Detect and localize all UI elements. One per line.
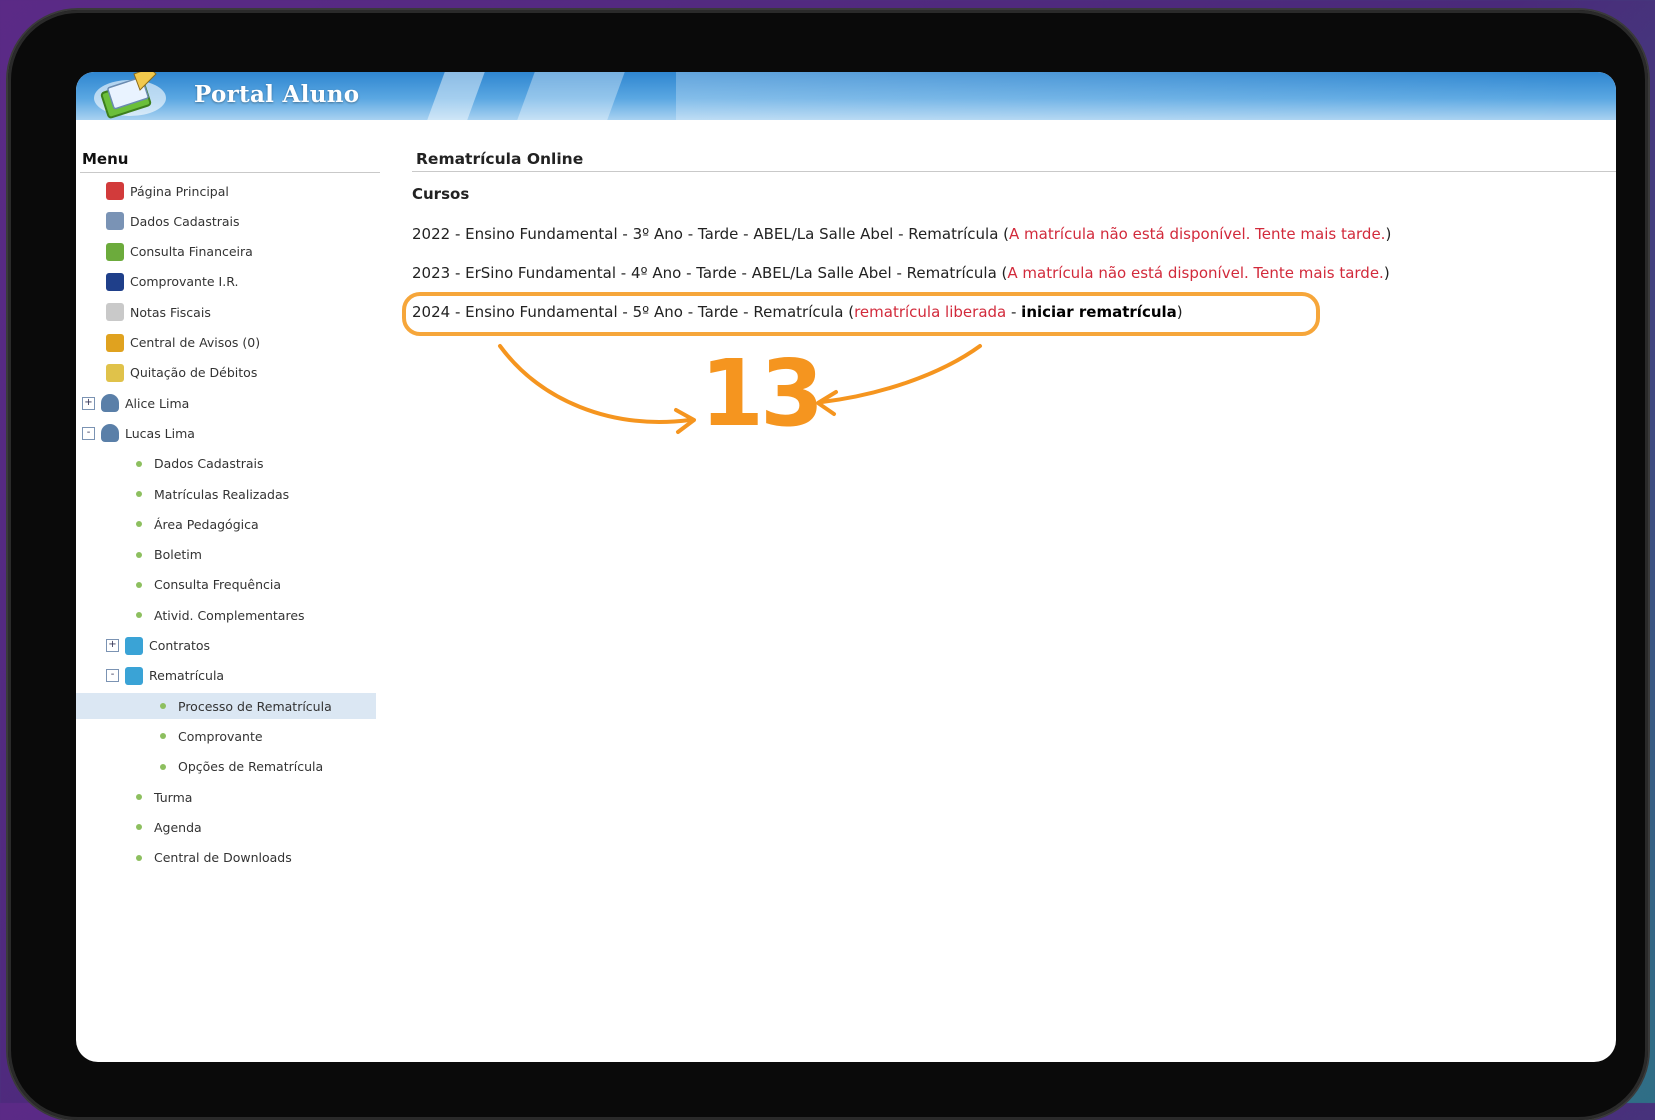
sidebar-item-label: Central de Downloads (154, 850, 292, 866)
sidebar-item-label: Central de Avisos (0) (130, 335, 261, 350)
sidebar-item-label: Página Principal (130, 183, 229, 199)
sidebar-item-label: Dados Cadastrais (154, 456, 264, 472)
sidebar-item-label: Opções de Rematrícula (178, 759, 324, 775)
user-icon (101, 424, 119, 443)
sidebar-item-quitacao-de-debitos[interactable]: Quitação de Débitos (106, 360, 257, 386)
sidebar-item-label: Boletim (154, 547, 202, 563)
sidebar-item-label: Lucas Lima (125, 425, 195, 441)
money-icon (106, 242, 124, 261)
sidebar-item-dados-cadastrais[interactable]: Dados Cadastrais (106, 208, 240, 234)
sidebar-item-consulta-financeira[interactable]: Consulta Financeira (106, 239, 253, 265)
sidebar-item-agenda[interactable]: Agenda (136, 814, 202, 840)
sidebar-item-label: Área Pedagógica (154, 516, 259, 532)
bullet-icon (136, 854, 142, 861)
sidebar-item-label: Consulta Frequência (154, 577, 282, 593)
bullet-icon (160, 733, 166, 740)
bullet-icon (136, 460, 142, 467)
highlight-outline (402, 292, 1320, 336)
portal-logo-icon (94, 72, 166, 119)
course-status: A matrícula não está disponível. Tente m… (1007, 264, 1384, 282)
bullet-icon (136, 551, 142, 558)
collapse-icon[interactable]: - (82, 426, 95, 440)
sidebar-item-central-de-downloads[interactable]: Central de Downloads (136, 845, 292, 871)
sidebar-item-rematricula[interactable]: - Rematrícula (106, 663, 224, 689)
sidebar-item-notas-fiscais[interactable]: Notas Fiscais (106, 299, 211, 325)
header-banner: Portal Aluno (76, 72, 1616, 120)
bullet-icon (136, 581, 142, 588)
course-description: 2023 - ErSino Fundamental - 4º Ano - Tar… (412, 264, 1008, 282)
folder-icon (125, 636, 143, 655)
notice-icon (106, 333, 124, 352)
sidebar-item-label: Quitação de Débitos (130, 365, 258, 381)
bullet-icon (136, 521, 142, 528)
sidebar-item-label: Comprovante (178, 728, 263, 744)
portal-title: Portal Aluno (194, 81, 360, 108)
sidebar-item-comprovante[interactable]: Comprovante (160, 723, 263, 749)
sidebar-item-lucas-lima[interactable]: - Lucas Lima (82, 420, 195, 446)
sidebar-item-label: Dados Cadastrais (130, 213, 240, 229)
step-number-label: 13 (700, 340, 824, 447)
sidebar-item-comprovante-i-r[interactable]: Comprovante I.R. (106, 269, 238, 295)
course-status: A matrícula não está disponível. Tente m… (1009, 225, 1386, 243)
sidebar-item-contratos[interactable]: + Contratos (106, 633, 210, 659)
expand-icon[interactable]: + (106, 639, 119, 652)
menu-heading: Menu (82, 150, 129, 168)
course-description: 2022 - Ensino Fundamental - 3º Ano - Tar… (412, 225, 1010, 243)
sidebar-item-label: Consulta Financeira (130, 244, 253, 260)
payment-icon (106, 363, 124, 382)
sidebar-item-label: Ativid. Complementares (154, 607, 305, 623)
collapse-icon[interactable]: - (106, 669, 119, 683)
sidebar-item-label: Turma (154, 789, 193, 805)
sidebar-item-turma[interactable]: Turma (136, 784, 192, 810)
sidebar-item-label: Rematrícula (149, 668, 225, 684)
home-icon (106, 182, 124, 200)
section-heading: Cursos (412, 185, 470, 203)
sidebar-item-label: Notas Fiscais (130, 304, 211, 320)
sidebar-item-pagina-principal[interactable]: Página Principal (106, 178, 229, 204)
bullet-icon (136, 824, 142, 831)
sidebar-item-label: Processo de Rematrícula (178, 698, 332, 714)
sidebar-item-dados-cadastrais[interactable]: Dados Cadastrais (136, 451, 264, 477)
sidebar-item-label: Comprovante I.R. (130, 274, 239, 290)
sidebar-item-area-pedagogica[interactable]: Área Pedagógica (136, 511, 259, 537)
sidebar-item-processo-de-rematricula[interactable]: Processo de Rematrícula (76, 693, 376, 720)
course-row-2023: 2023 - ErSino Fundamental - 4º Ano - Tar… (412, 264, 1390, 282)
sidebar-item-label: Agenda (154, 819, 202, 835)
menu-divider (80, 172, 380, 173)
sidebar-item-label: Contratos (149, 638, 211, 653)
sidebar-item-alice-lima[interactable]: + Alice Lima (82, 390, 189, 416)
title-divider (412, 171, 1616, 172)
sidebar-item-label: Matrículas Realizadas (154, 486, 290, 502)
bullet-icon (136, 612, 142, 619)
tablet-frame: Portal Aluno Menu Página Principal Dados … (8, 10, 1648, 1120)
folder-icon (125, 666, 143, 685)
sidebar-item-boletim[interactable]: Boletim (136, 542, 202, 568)
course-row-2022: 2022 - Ensino Fundamental - 3º Ano - Tar… (412, 225, 1392, 243)
tax-receipt-icon (106, 272, 124, 291)
id-card-icon (106, 212, 124, 231)
browser-screen: Portal Aluno Menu Página Principal Dados … (76, 72, 1616, 1062)
sidebar-item-consulta-frequencia[interactable]: Consulta Frequência (136, 572, 281, 598)
bullet-icon (136, 491, 142, 497)
bullet-icon (136, 794, 142, 800)
page-title: Rematrícula Online (416, 150, 584, 168)
bullet-icon (160, 763, 166, 770)
expand-icon[interactable]: + (82, 396, 95, 410)
sidebar-item-central-de-avisos-0[interactable]: Central de Avisos (0) (106, 330, 260, 356)
sidebar-item-matriculas-realizadas[interactable]: Matrículas Realizadas (136, 481, 289, 507)
invoice-icon (106, 303, 124, 322)
sidebar-item-opcoes-de-rematricula[interactable]: Opções de Rematrícula (160, 754, 323, 780)
sidebar-item-ativid-complementares[interactable]: Ativid. Complementares (136, 602, 305, 628)
user-icon (101, 394, 119, 413)
sidebar-item-label: Alice Lima (125, 395, 190, 411)
bullet-icon (160, 703, 166, 710)
